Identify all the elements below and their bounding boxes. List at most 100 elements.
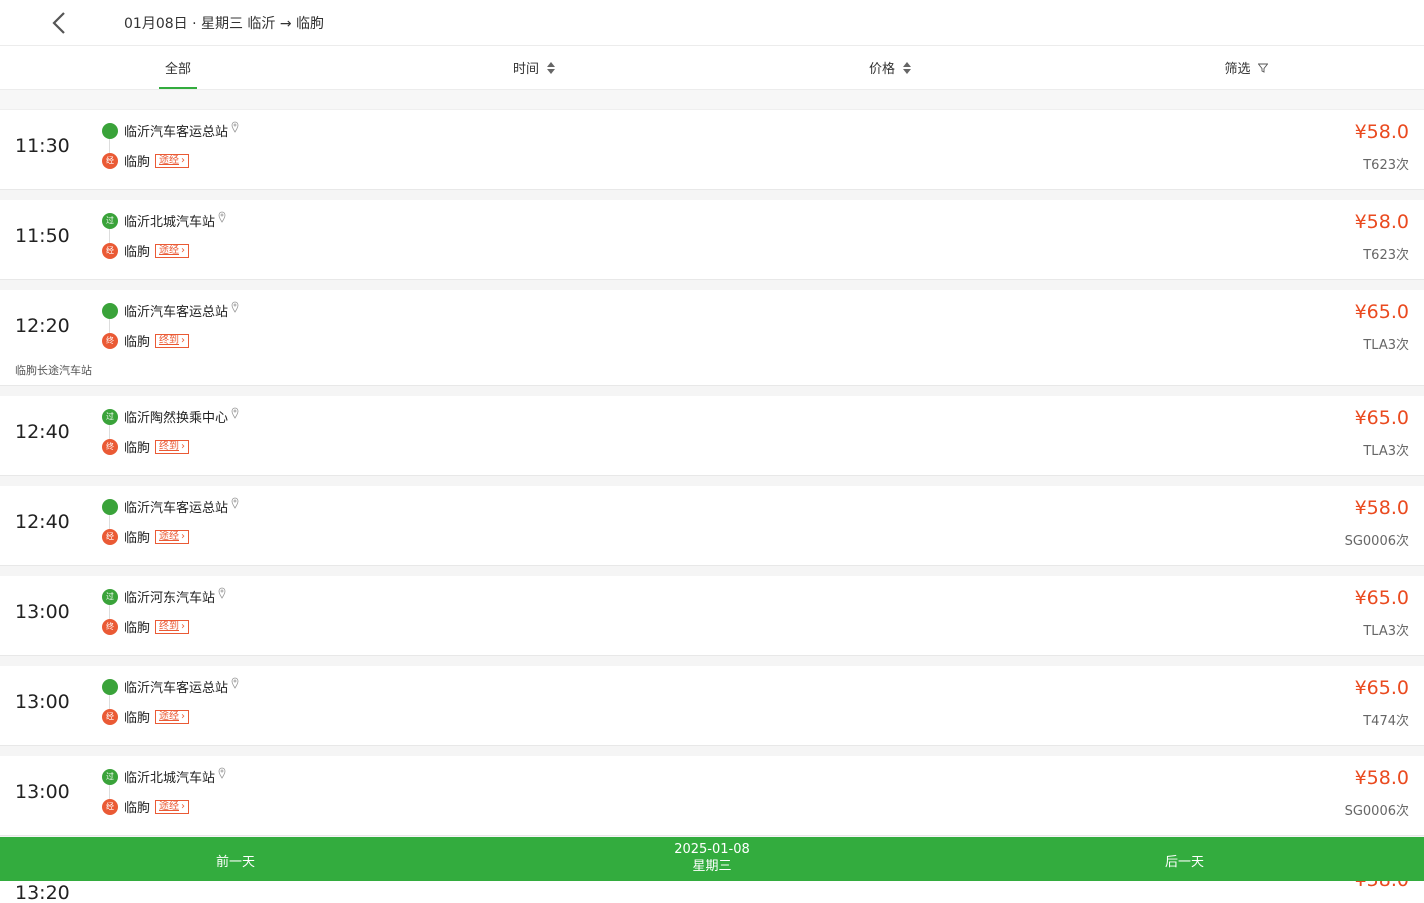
trip-row[interactable]: 11:30 临沂汽车客运总站 经 临朐 途经 › ¥58.0 T623次: [0, 110, 1424, 190]
trip-row[interactable]: 13:00 临沂汽车客运总站 经 临朐 途经 › ¥65.0 T474次: [0, 666, 1424, 746]
origin-stop: 临沂汽车客运总站: [102, 301, 239, 320]
pass-badge: 过: [102, 212, 118, 229]
route-tag-button[interactable]: 终到 ›: [155, 619, 190, 634]
location-pin-icon[interactable]: [231, 677, 239, 689]
back-button[interactable]: [48, 10, 72, 36]
origin-stop: 临沂汽车客运总站: [102, 121, 239, 140]
dest-badge: 经: [102, 708, 118, 725]
destination-city: 临朐: [124, 155, 151, 170]
trip-row[interactable]: 12:40 临沂汽车客运总站 经 临朐 途经 › ¥58.0 SG0006次: [0, 486, 1424, 566]
dest-badge: 终: [102, 438, 118, 455]
ticket-price: ¥58.0: [1354, 497, 1409, 519]
origin-station: 临沂汽车客运总站: [124, 681, 229, 696]
chevron-right-icon: ›: [181, 800, 186, 812]
origin-stop: 过 临沂北城汽车站: [102, 767, 226, 786]
location-pin-icon[interactable]: [231, 301, 239, 313]
header-bar: 01月08日 · 星期三 临沂 → 临朐: [0, 0, 1424, 46]
origin-dot: [102, 122, 118, 139]
destination-stop: 终 临朐 终到 ›: [102, 331, 190, 350]
trip-number: T474次: [1363, 714, 1409, 729]
departure-time: 11:50: [15, 225, 70, 247]
route-tag-button[interactable]: 途经 ›: [155, 799, 190, 814]
dest-badge: 经: [102, 528, 118, 545]
trip-row[interactable]: 12:20 临沂汽车客运总站 终 临朐 终到 › 临朐长途汽车站 ¥65.0 TL…: [0, 290, 1424, 386]
tab-price[interactable]: 价格: [712, 46, 1068, 89]
route-tag-button[interactable]: 终到 ›: [155, 333, 190, 348]
prev-day-button[interactable]: 前一天: [216, 851, 255, 870]
chevron-right-icon: ›: [181, 620, 186, 632]
trip-number: T623次: [1363, 158, 1409, 173]
origin-station: 临沂河东汽车站: [124, 591, 216, 606]
route-tag-label: 途经: [159, 800, 180, 812]
location-pin-icon[interactable]: [231, 497, 239, 509]
location-pin-icon[interactable]: [231, 407, 239, 419]
chevron-right-icon: ›: [181, 530, 186, 542]
tab-all[interactable]: 全部: [0, 46, 356, 89]
next-day-button[interactable]: 后一天: [1165, 851, 1204, 870]
tab-filter[interactable]: 筛选: [1068, 46, 1424, 89]
destination-city: 临朐: [124, 711, 151, 726]
current-weekday: 星期三: [692, 859, 732, 874]
trip-row[interactable]: 13:00 过 临沂河东汽车站 终 临朐 终到 › ¥65.0 TLA3次: [0, 576, 1424, 656]
trip-row[interactable]: 13:00 过 临沂北城汽车站 经 临朐 途经 › ¥58.0 SG0006次: [0, 756, 1424, 836]
origin-station: 临沂陶然换乘中心: [124, 411, 229, 426]
destination-city: 临朐: [124, 801, 151, 816]
ticket-price: ¥65.0: [1354, 301, 1409, 323]
ticket-price: ¥58.0: [1354, 767, 1409, 789]
chevron-left-icon: [52, 12, 65, 34]
route-tag-button[interactable]: 途经 ›: [155, 243, 190, 258]
destination-city: 临朐: [124, 245, 151, 260]
location-pin-icon[interactable]: [218, 587, 226, 599]
route-tag-button[interactable]: 途经 ›: [155, 153, 190, 168]
trip-row[interactable]: 12:40 过 临沂陶然换乘中心 终 临朐 终到 › ¥65.0 TLA3次: [0, 396, 1424, 476]
trip-number: SG0006次: [1344, 804, 1409, 819]
departure-time: 13:00: [15, 691, 70, 713]
dest-badge: 经: [102, 798, 118, 815]
current-date-value: 2025-01-08: [674, 842, 750, 857]
trip-number: TLA3次: [1363, 338, 1409, 353]
tab-filter-label: 筛选: [1224, 62, 1251, 77]
tab-price-label: 价格: [868, 62, 895, 77]
chevron-right-icon: ›: [181, 154, 186, 166]
route-tag-button[interactable]: 途经 ›: [155, 709, 190, 724]
sort-tabs: 全部 时间 价格 筛选: [0, 46, 1424, 90]
departure-time: 13:20: [15, 882, 70, 903]
destination-stop: 经 临朐 途经 ›: [102, 151, 190, 170]
chevron-right-icon: ›: [181, 244, 186, 256]
page-title: 01月08日 · 星期三 临沂 → 临朐: [124, 16, 325, 32]
departure-time: 13:00: [15, 601, 70, 623]
filter-icon: [1257, 63, 1268, 73]
origin-dot: [102, 302, 118, 319]
origin-stop: 过 临沂河东汽车站: [102, 587, 226, 606]
date-nav-bar: 2025-01-08 星期三 前一天 后一天: [0, 837, 1424, 881]
ticket-price: ¥65.0: [1354, 587, 1409, 609]
current-date: 2025-01-08 星期三: [0, 841, 1424, 875]
origin-stop: 过 临沂陶然换乘中心: [102, 407, 239, 426]
route-tag-button[interactable]: 终到 ›: [155, 439, 190, 454]
origin-dot: [102, 678, 118, 695]
pass-badge: 过: [102, 768, 118, 785]
origin-stop: 过 临沂北城汽车站: [102, 211, 226, 230]
location-pin-icon[interactable]: [218, 767, 226, 779]
route-tag-button[interactable]: 途经 ›: [155, 529, 190, 544]
route-tag-label: 途经: [159, 154, 180, 166]
list-spacer: [0, 90, 1424, 110]
destination-city: 临朐: [124, 335, 151, 350]
destination-station: 临朐长途汽车站: [15, 364, 92, 377]
route-tag-label: 途经: [159, 530, 180, 542]
sort-icon: [547, 61, 555, 74]
route-tag-label: 途经: [159, 710, 180, 722]
origin-stop: 临沂汽车客运总站: [102, 497, 239, 516]
trip-row[interactable]: 11:50 过 临沂北城汽车站 经 临朐 途经 › ¥58.0 T623次: [0, 200, 1424, 280]
location-pin-icon[interactable]: [218, 211, 226, 223]
trip-list: 11:30 临沂汽车客运总站 经 临朐 途经 › ¥58.0 T623次 11:5…: [0, 90, 1424, 846]
departure-time: 12:40: [15, 511, 70, 533]
location-pin-icon[interactable]: [231, 121, 239, 133]
tab-time[interactable]: 时间: [356, 46, 712, 89]
partial-trip-row[interactable]: 13:20 ¥58.0: [0, 881, 1424, 903]
origin-station: 临沂北城汽车站: [124, 771, 216, 786]
destination-stop: 经 临朐 途经 ›: [102, 707, 190, 726]
trip-number: TLA3次: [1363, 444, 1409, 459]
sort-icon: [903, 61, 911, 74]
origin-dot: [102, 498, 118, 515]
